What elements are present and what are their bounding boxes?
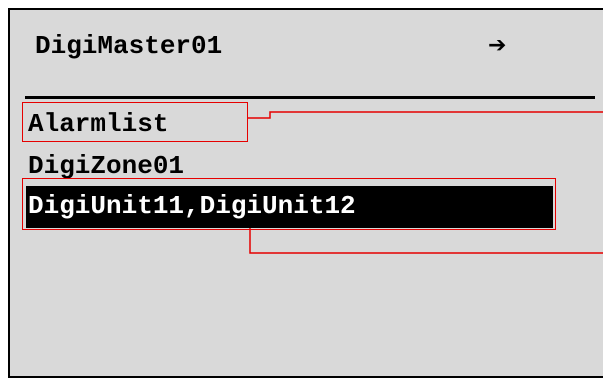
callout-leader-digiunits xyxy=(249,228,603,254)
callout-leader-lines xyxy=(248,111,603,254)
callout-leader-alarmlist xyxy=(248,111,603,119)
